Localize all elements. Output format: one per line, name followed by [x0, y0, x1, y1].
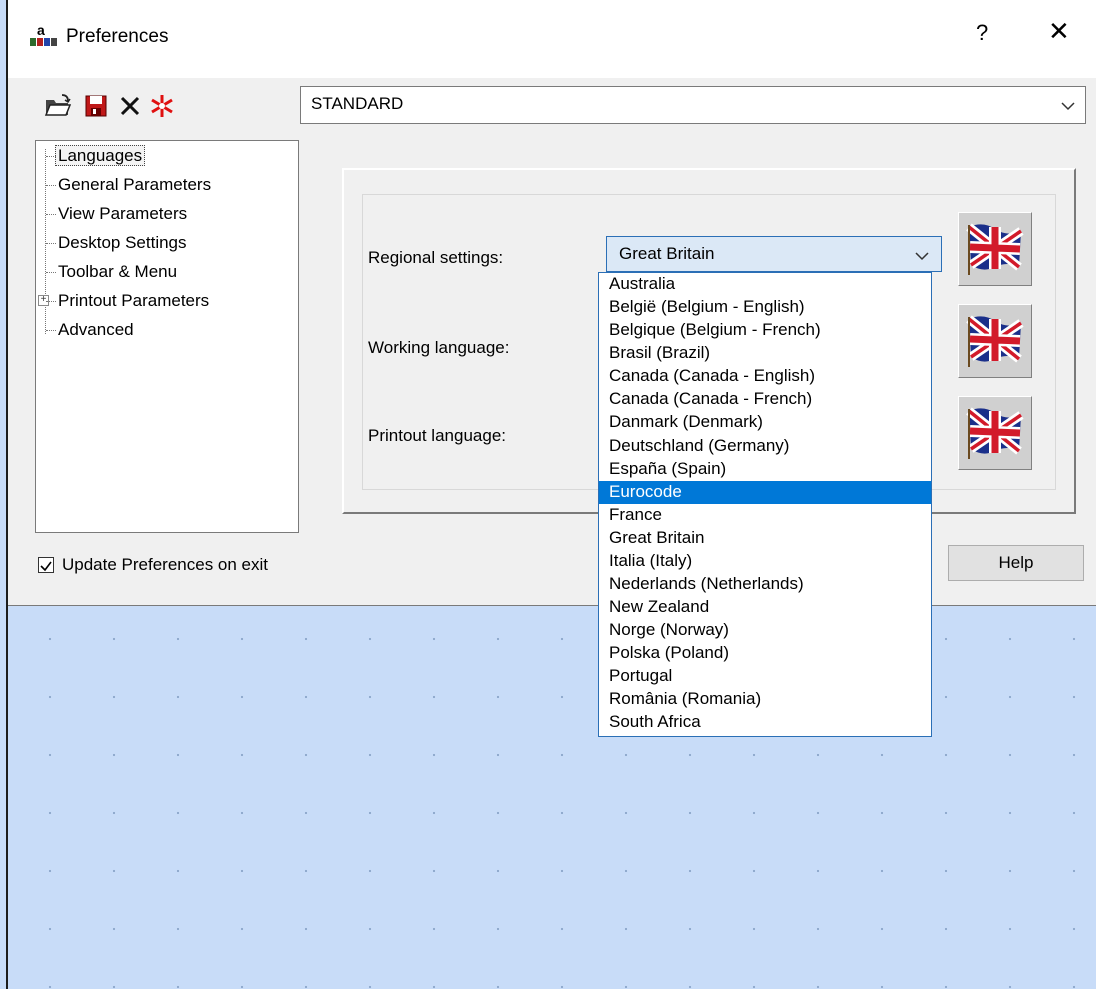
dropdown-option[interactable]: España (Spain) [599, 458, 931, 481]
preset-select[interactable]: STANDARD [300, 86, 1086, 124]
dropdown-option[interactable]: Eurocode [599, 480, 931, 504]
window-title: Preferences [66, 26, 169, 47]
update-preferences-checkbox[interactable] [38, 557, 54, 573]
save-icon[interactable] [82, 92, 110, 120]
regional-settings-dropdown-list[interactable]: Australia België (Belgium - English) Belgi… [598, 272, 932, 737]
checkmark-icon [40, 561, 52, 572]
update-preferences-label: Update Preferences on exit [62, 555, 269, 574]
tree-item-languages[interactable]: Languages [45, 143, 146, 169]
tree-item-toolbar-menu[interactable]: Toolbar & Menu [45, 259, 177, 285]
close-button[interactable]: ✕ [1048, 16, 1070, 47]
dropdown-option[interactable]: Great Britain [599, 527, 931, 550]
regional-settings-select[interactable]: Great Britain [606, 236, 942, 272]
tree-item-general-parameters[interactable]: General Parameters [45, 172, 211, 198]
svg-text:a: a [37, 22, 45, 38]
dropdown-option[interactable]: België (Belgium - English) [599, 296, 931, 319]
dropdown-option[interactable]: New Zealand [599, 596, 931, 619]
dropdown-option[interactable]: România (Romania) [599, 688, 931, 711]
regional-settings-value: Great Britain [619, 244, 715, 263]
tree-item-desktop-settings[interactable]: Desktop Settings [46, 230, 187, 256]
dropdown-option[interactable]: France [599, 504, 931, 527]
preset-value: STANDARD [311, 94, 404, 113]
dropdown-option[interactable]: Belgique (Belgium - French) [599, 319, 931, 342]
title-bar: a Preferences ? ✕ [8, 0, 1096, 78]
dropdown-option[interactable]: Australia [599, 273, 931, 296]
tree-item-printout-parameters[interactable]: Printout Parameters [45, 288, 209, 314]
help-title-button[interactable]: ? [976, 20, 988, 46]
dropdown-option[interactable]: Polska (Poland) [599, 642, 931, 665]
regional-settings-label: Regional settings: [368, 248, 504, 267]
dropdown-option[interactable]: Deutschland (Germany) [599, 435, 931, 458]
new-icon[interactable] [148, 92, 176, 120]
uk-flag-icon [966, 223, 1024, 275]
printout-language-label: Printout language: [368, 426, 506, 445]
dropdown-option[interactable]: Canada (Canada - English) [599, 365, 931, 388]
dropdown-option[interactable]: Canada (Canada - French) [599, 388, 931, 411]
chevron-down-icon [1061, 102, 1075, 111]
tree-connector [45, 149, 46, 334]
working-language-flag-button[interactable] [958, 304, 1032, 378]
open-folder-icon[interactable] [44, 92, 72, 120]
uk-flag-icon [966, 407, 1024, 459]
regional-flag-button[interactable] [958, 212, 1032, 286]
dropdown-option[interactable]: Nederlands (Netherlands) [599, 573, 931, 596]
help-button[interactable]: Help [948, 545, 1084, 581]
dropdown-option[interactable]: Italia (Italy) [599, 550, 931, 573]
app-icon: a [30, 22, 58, 46]
printout-language-flag-button[interactable] [958, 396, 1032, 470]
dropdown-option[interactable]: South Africa [599, 711, 931, 734]
tree-item-advanced[interactable]: Advanced [46, 317, 134, 343]
preferences-dialog: a Preferences ? ✕ STANDARD Languages Gen… [8, 0, 1096, 606]
dropdown-option[interactable]: Brasil (Brazil) [599, 342, 931, 365]
uk-flag-icon [966, 315, 1024, 367]
dropdown-option[interactable]: Norge (Norway) [599, 619, 931, 642]
chevron-down-icon [915, 252, 929, 261]
dropdown-option[interactable]: Suomi (Finland) [599, 735, 931, 737]
tree-item-view-parameters[interactable]: View Parameters [45, 201, 187, 227]
category-tree[interactable]: Languages General Parameters View Parame… [35, 140, 299, 533]
dropdown-option[interactable]: Danmark (Denmark) [599, 411, 931, 434]
delete-icon[interactable] [116, 92, 144, 120]
working-language-label: Working language: [368, 338, 510, 357]
dropdown-option[interactable]: Portugal [599, 665, 931, 688]
